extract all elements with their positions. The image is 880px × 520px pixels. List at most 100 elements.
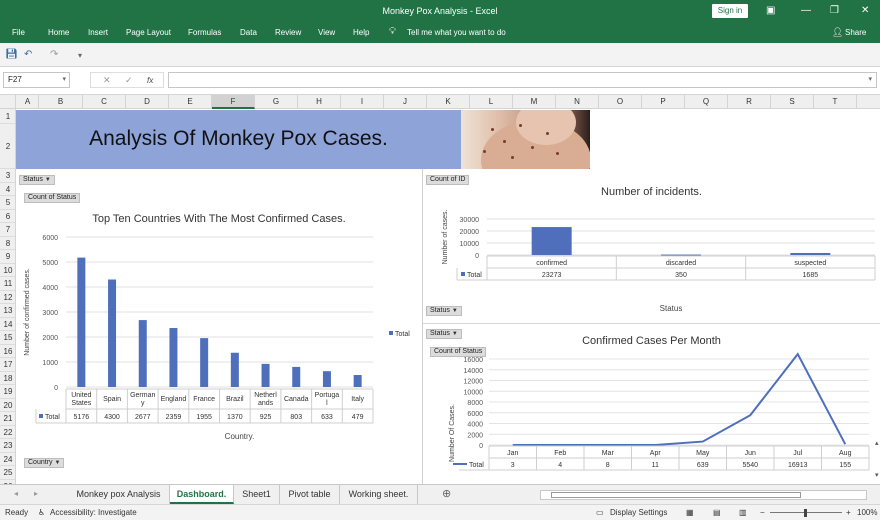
- save-icon[interactable]: 💾︎: [5, 49, 18, 60]
- expand-formula-icon[interactable]: ▾: [868, 75, 872, 83]
- column-header-d[interactable]: D: [126, 95, 169, 109]
- column-header-q[interactable]: Q: [685, 95, 728, 109]
- restore-icon[interactable]: ❐: [830, 5, 839, 17]
- column-header-r[interactable]: R: [728, 95, 771, 109]
- row-header-17[interactable]: 17: [0, 358, 15, 372]
- menu-insert[interactable]: Insert: [88, 28, 108, 37]
- zoom-out-icon[interactable]: −: [760, 508, 765, 517]
- ribbon-display-icon[interactable]: ▣: [766, 5, 775, 17]
- cancel-icon[interactable]: ✕: [103, 75, 111, 86]
- close-icon[interactable]: ✕: [861, 5, 869, 17]
- row-header-16[interactable]: 16: [0, 345, 15, 358]
- column-header-l[interactable]: L: [470, 95, 513, 109]
- name-box[interactable]: F27 ▾: [3, 72, 70, 88]
- count-of-id-button[interactable]: Count of ID: [426, 175, 470, 185]
- row-header-19[interactable]: 19: [0, 385, 15, 399]
- column-header-m[interactable]: M: [513, 95, 556, 109]
- column-header-p[interactable]: P: [642, 95, 685, 109]
- scrollbar-thumb[interactable]: [551, 492, 801, 498]
- row-header-24[interactable]: 24: [0, 453, 15, 466]
- tab-pivot-table[interactable]: Pivot table: [280, 485, 340, 504]
- column-header-b[interactable]: B: [39, 95, 83, 109]
- column-header-t[interactable]: T: [814, 95, 857, 109]
- tab-monkey-pox-analysis[interactable]: Monkey pox Analysis: [68, 485, 170, 504]
- row-header-10[interactable]: 10: [0, 264, 15, 277]
- row-header-15[interactable]: 15: [0, 331, 15, 345]
- menu-file[interactable]: File: [12, 28, 25, 37]
- monthly-line-chart[interactable]: 0 2000 4000 6000 8000 10000 12000 14000 16000 Jan…: [423, 349, 880, 484]
- row-header-9[interactable]: 9: [0, 250, 15, 264]
- column-header-g[interactable]: G: [255, 95, 298, 109]
- tab-working-sheet[interactable]: Working sheet.: [340, 485, 418, 504]
- incidents-bar-chart[interactable]: 0 10000 20000 30000 confirmed 23273 discarded 3…: [423, 207, 880, 317]
- zoom-level[interactable]: 100%: [857, 508, 877, 517]
- row-header-4[interactable]: 4: [0, 183, 15, 196]
- row-header-18[interactable]: 18: [0, 372, 15, 385]
- row-header-20[interactable]: 20: [0, 399, 15, 412]
- tab-dashboard[interactable]: Dashboard.: [170, 485, 234, 504]
- status-filter-button[interactable]: Status ▼: [19, 175, 55, 185]
- formula-input[interactable]: ▾: [168, 72, 877, 88]
- accessibility-status[interactable]: Accessibility: Investigate: [50, 508, 137, 517]
- row-header-22[interactable]: 22: [0, 426, 15, 439]
- select-all-corner[interactable]: [0, 95, 16, 109]
- column-header-h[interactable]: H: [298, 95, 341, 109]
- column-header-k[interactable]: K: [427, 95, 470, 109]
- page-layout-icon[interactable]: ▤: [713, 508, 721, 517]
- tab-prev-icon[interactable]: ◂: [14, 489, 18, 498]
- tab-sheet1[interactable]: Sheet1: [234, 485, 280, 504]
- menu-home[interactable]: Home: [48, 28, 69, 37]
- column-header-s[interactable]: S: [771, 95, 814, 109]
- display-settings-button[interactable]: Display Settings: [610, 508, 667, 517]
- column-header-i[interactable]: I: [341, 95, 384, 109]
- row-header-7[interactable]: 7: [0, 223, 15, 237]
- column-header-e[interactable]: E: [169, 95, 212, 109]
- row-header-25[interactable]: 25: [0, 466, 15, 480]
- tab-next-icon[interactable]: ▸: [34, 489, 38, 498]
- enter-icon[interactable]: ✓: [125, 75, 133, 86]
- minimize-icon[interactable]: —: [801, 5, 811, 17]
- column-header-c[interactable]: C: [83, 95, 126, 109]
- row-header-21[interactable]: 21: [0, 412, 15, 426]
- row-header-1[interactable]: 1: [0, 109, 15, 124]
- sign-in-button[interactable]: Sign in: [712, 4, 748, 18]
- row-header-5[interactable]: 5: [0, 196, 15, 210]
- status-filter-button[interactable]: Status ▼: [426, 306, 462, 316]
- page-break-icon[interactable]: ▥: [739, 508, 747, 517]
- worksheet-grid[interactable]: Analysis Of Monkey Pox Cases. Status ▼ Co…: [16, 109, 880, 484]
- menu-formulas[interactable]: Formulas: [188, 28, 221, 37]
- row-header-14[interactable]: 14: [0, 318, 15, 331]
- function-icon[interactable]: fx: [147, 76, 153, 85]
- row-header-11[interactable]: 11: [0, 277, 15, 291]
- horizontal-scrollbar[interactable]: [540, 490, 867, 500]
- column-header-o[interactable]: O: [599, 95, 642, 109]
- row-header-12[interactable]: 12: [0, 291, 15, 304]
- country-filter-button[interactable]: Country ▼: [24, 458, 65, 468]
- menu-view[interactable]: View: [318, 28, 335, 37]
- tell-me-search[interactable]: Tell me what you want to do: [407, 28, 506, 37]
- menu-review[interactable]: Review: [275, 28, 301, 37]
- menu-data[interactable]: Data: [240, 28, 257, 37]
- row-header-8[interactable]: 8: [0, 237, 15, 250]
- undo-icon[interactable]: ↶: [24, 49, 32, 60]
- normal-view-icon[interactable]: ▦: [686, 508, 694, 517]
- zoom-in-icon[interactable]: +: [846, 508, 851, 517]
- customize-qat-icon[interactable]: ▾: [78, 51, 82, 60]
- menu-help[interactable]: Help: [353, 28, 369, 37]
- column-header-n[interactable]: N: [556, 95, 599, 109]
- row-header-6[interactable]: 6: [0, 210, 15, 223]
- count-of-status-button[interactable]: Count of Status: [24, 193, 81, 203]
- column-header-a[interactable]: A: [17, 95, 39, 109]
- column-header-f[interactable]: F: [212, 95, 255, 109]
- redo-icon[interactable]: ↷: [50, 49, 58, 60]
- column-header-j[interactable]: J: [384, 95, 427, 109]
- menu-page-layout[interactable]: Page Layout: [126, 28, 171, 37]
- zoom-slider-thumb[interactable]: [804, 509, 807, 517]
- top-countries-bar-chart[interactable]: 0 1000 2000 3000 4000 5000 6000 UnitedStates 517…: [16, 227, 422, 467]
- row-header-23[interactable]: 23: [0, 439, 15, 453]
- add-sheet-icon[interactable]: ⊕: [442, 487, 451, 500]
- row-header-3[interactable]: 3: [0, 169, 15, 183]
- share-button[interactable]: Share: [845, 28, 866, 37]
- row-header-2[interactable]: 2: [0, 124, 15, 169]
- row-header-13[interactable]: 13: [0, 304, 15, 318]
